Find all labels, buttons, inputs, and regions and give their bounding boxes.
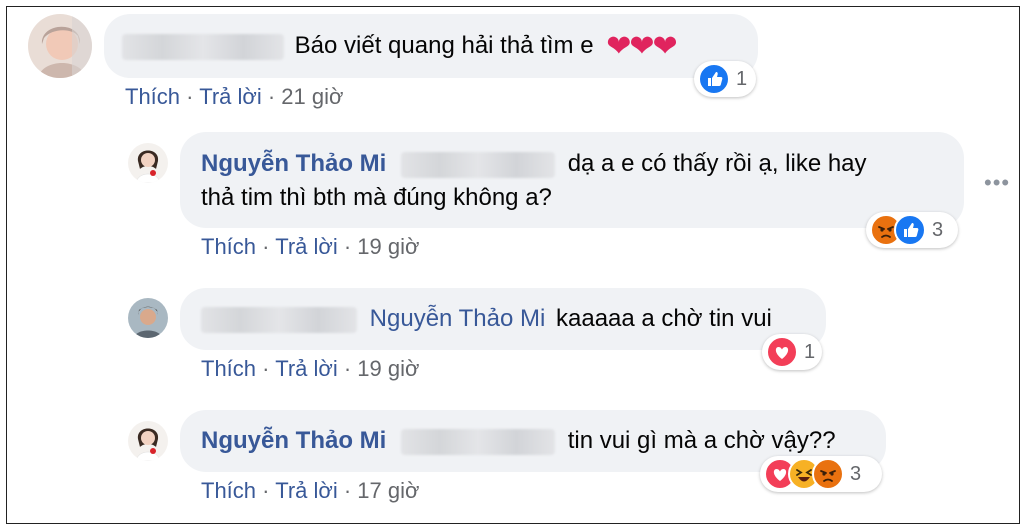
comment-text: Báo viết quang hải thả tìm e — [294, 32, 594, 59]
comment-bubble: Nguyễn Thảo Mi kaaaaa a chờ tin vui — [180, 288, 826, 350]
love-reaction-icon — [766, 336, 798, 368]
like-reaction-icon — [894, 214, 926, 246]
comment-author[interactable]: Nguyễn Thảo Mi — [201, 150, 386, 177]
blurred-author-name — [122, 33, 284, 60]
like-link[interactable]: Thích — [201, 356, 256, 381]
comment-actions: Thích · Trả lời · 21 giờ — [125, 84, 343, 110]
blurred-mention — [401, 428, 556, 455]
blurred-mention — [401, 151, 556, 178]
comment-actions: Thích · Trả lời · 17 giờ — [201, 478, 419, 504]
timestamp[interactable]: 19 giờ — [357, 234, 419, 259]
reply-link[interactable]: Trả lời — [275, 478, 338, 503]
heart-emoji-icons: ❤❤❤ — [606, 29, 677, 63]
reaction-count: 3 — [932, 218, 944, 241]
reaction-summary[interactable]: 3 — [760, 456, 882, 492]
separator: · — [267, 84, 282, 109]
comment-actions: Thích · Trả lời · 19 giờ — [201, 356, 419, 382]
reaction-summary[interactable]: 1 — [762, 334, 822, 370]
timestamp[interactable]: 17 giờ — [357, 478, 419, 503]
timestamp[interactable]: 21 giờ — [281, 84, 343, 109]
timestamp[interactable]: 19 giờ — [357, 356, 419, 381]
reply-link[interactable]: Trả lời — [275, 356, 338, 381]
like-link[interactable]: Thích — [201, 234, 256, 259]
like-reaction-icon — [698, 63, 730, 95]
separator: · — [186, 84, 200, 109]
separator: · — [343, 234, 358, 259]
reaction-count: 1 — [736, 67, 748, 90]
comment-actions: Thích · Trả lời · 19 giờ — [201, 234, 419, 260]
separator: · — [262, 356, 276, 381]
mention-link[interactable]: Nguyễn Thảo Mi — [370, 305, 546, 332]
avatar[interactable] — [128, 298, 168, 338]
blurred-author-name — [201, 306, 357, 333]
comment-text: tin vui gì mà a chờ vậy?? — [567, 427, 836, 454]
like-link[interactable]: Thích — [201, 478, 256, 503]
more-options-icon[interactable]: ••• — [984, 170, 1010, 196]
comment-text-line1: dạ a e có thấy rồi ạ, like hay — [567, 150, 867, 177]
comment-bubble: Báo viết quang hải thả tìm e ❤❤❤ — [104, 14, 758, 78]
separator: · — [343, 356, 358, 381]
like-link[interactable]: Thích — [125, 84, 180, 109]
comment-author[interactable]: Nguyễn Thảo Mi — [201, 427, 386, 454]
comment-text-line2: thả tim thì bth mà đúng không a? — [201, 184, 552, 211]
reply-link[interactable]: Trả lời — [275, 234, 338, 259]
comment-bubble: Nguyễn Thảo Mi dạ a e có thấy rồi ạ, lik… — [180, 132, 964, 228]
reaction-summary[interactable]: 3 — [866, 212, 958, 248]
reaction-summary[interactable]: 1 — [694, 61, 756, 97]
separator: · — [343, 478, 358, 503]
angry-reaction-icon — [812, 458, 844, 490]
separator: · — [262, 478, 276, 503]
separator: · — [262, 234, 276, 259]
reaction-count: 1 — [804, 340, 816, 363]
reaction-count: 3 — [850, 462, 862, 485]
comment-text: kaaaaa a chờ tin vui — [556, 305, 772, 332]
avatar[interactable] — [128, 421, 168, 461]
avatar[interactable] — [128, 143, 168, 183]
avatar[interactable] — [28, 14, 92, 78]
reply-link[interactable]: Trả lời — [199, 84, 262, 109]
